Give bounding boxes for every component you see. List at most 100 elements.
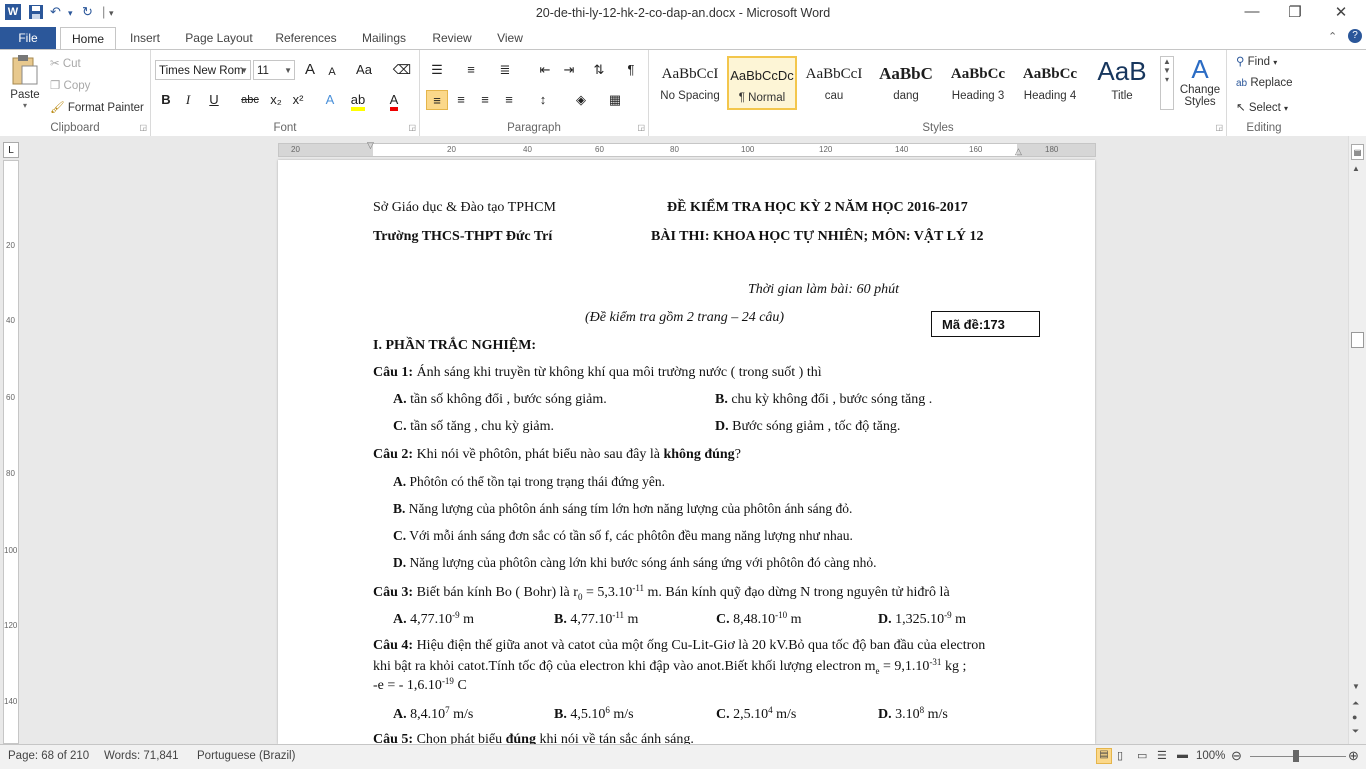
sort-icon[interactable]: ⇅ (588, 60, 610, 80)
change-styles-button[interactable]: A Change Styles (1178, 54, 1222, 108)
superscript-button[interactable]: x² (287, 90, 309, 110)
align-right-icon[interactable]: ≡ (474, 90, 496, 110)
font-launcher-icon[interactable]: ◲ (408, 123, 416, 132)
shading-icon[interactable]: ◈ (570, 90, 592, 110)
zoom-out-icon[interactable]: ⊖ (1231, 748, 1242, 764)
decrease-indent-icon[interactable]: ⇤ (534, 60, 556, 80)
align-left-icon[interactable]: ≡ (426, 90, 448, 110)
find-button[interactable]: ⚲ Find ▾ (1236, 54, 1277, 68)
school-name: Trường THCS-THPT Đức Trí (373, 229, 553, 244)
tab-file[interactable]: File (0, 27, 56, 49)
align-center-icon[interactable]: ≡ (450, 90, 472, 110)
chevron-down-icon[interactable]: ▼ (1161, 66, 1173, 75)
cut-button[interactable]: ✂ Cut (50, 56, 81, 70)
question-text: C (453, 678, 467, 693)
bullets-icon[interactable]: ☰ (426, 60, 448, 80)
subscript-button[interactable]: x₂ (265, 90, 287, 110)
horizontal-ruler[interactable]: 20 20 40 60 80 100 120 140 160 180 ▽ △ (278, 140, 1096, 157)
vertical-ruler[interactable]: 20 40 60 80 100 120 140 (3, 160, 19, 744)
restore-button[interactable]: ❐ (1277, 3, 1313, 23)
zoom-in-icon[interactable]: ⊕ (1348, 748, 1359, 764)
replace-button[interactable]: ab Replace (1236, 77, 1293, 89)
shrink-font-button[interactable]: A (321, 62, 343, 82)
tab-view[interactable]: View (490, 27, 530, 49)
first-line-indent-marker[interactable]: ▽ (367, 140, 374, 151)
underline-button[interactable]: U (203, 90, 225, 110)
tab-home[interactable]: Home (60, 27, 116, 51)
document-page[interactable]: Sở Giáo dục & Đào tạo TPHCM ĐỀ KIỂM TRA … (278, 160, 1095, 744)
style-dang[interactable]: AaBbC dang (871, 56, 941, 110)
italic-button[interactable]: I (177, 90, 199, 110)
view-ruler-icon[interactable]: ▤ (1351, 144, 1364, 160)
word-count[interactable]: Words: 71,841 (104, 750, 179, 762)
next-page-icon[interactable]: ⏷ (1352, 726, 1359, 737)
copy-button[interactable]: ❐ Copy (50, 78, 90, 92)
clear-formatting-icon[interactable]: ⌫ (391, 60, 413, 80)
font-name-combo[interactable]: Times New Rom ▼ (155, 60, 251, 80)
find-label: Find (1247, 56, 1271, 68)
paste-button[interactable]: Paste ▾ (6, 54, 44, 114)
print-layout-icon[interactable]: ▤ (1096, 748, 1112, 764)
style-no-spacing[interactable]: AaBbCcI No Spacing (655, 56, 725, 110)
more-styles-icon[interactable]: ▾ (1161, 75, 1173, 84)
justify-icon[interactable]: ≡ (498, 90, 520, 110)
close-button[interactable]: ✕ (1323, 3, 1359, 23)
multilevel-list-icon[interactable]: ≣ (494, 60, 516, 80)
styles-launcher-icon[interactable]: ◲ (1215, 123, 1223, 132)
highlight-icon[interactable]: ab (347, 90, 369, 111)
tab-insert[interactable]: Insert (122, 27, 168, 49)
style-heading-3[interactable]: AaBbCc Heading 3 (943, 56, 1013, 110)
clipboard-group: Paste ▾ ✂ Cut ❐ Copy 🖌 Format Painter Cl… (0, 50, 151, 136)
exam-title: ĐỀ KIỂM TRA HỌC KỲ 2 NĂM HỌC 2016-2017 (667, 200, 968, 215)
tab-page-layout[interactable]: Page Layout (180, 27, 258, 49)
previous-page-icon[interactable]: ⏶ (1352, 698, 1359, 709)
style-title[interactable]: AaB Title (1087, 56, 1157, 110)
chevron-up-icon[interactable]: ▲ (1161, 57, 1173, 66)
zoom-slider-thumb[interactable] (1293, 750, 1299, 762)
borders-icon[interactable]: ▦ (604, 90, 626, 110)
show-hide-button[interactable]: ¶ (620, 60, 642, 80)
font-size-combo[interactable]: 11 ▼ (253, 60, 295, 80)
help-icon[interactable]: ? (1348, 29, 1362, 43)
browse-object-icon[interactable]: ● (1352, 712, 1357, 722)
paragraph-launcher-icon[interactable]: ◲ (637, 123, 645, 132)
strikethrough-button[interactable]: abc (237, 90, 263, 110)
text-effects-icon[interactable]: A (319, 90, 341, 110)
scroll-down-icon[interactable]: ▼ (1352, 682, 1360, 691)
outline-icon[interactable]: ☰ (1157, 749, 1167, 762)
style-heading-4[interactable]: AaBbCc Heading 4 (1015, 56, 1085, 110)
ruler-number: 100 (4, 546, 18, 555)
numbering-icon[interactable]: ≡ (460, 60, 482, 80)
line-spacing-icon[interactable]: ↕ (532, 90, 554, 110)
styles-scroll[interactable]: ▲ ▼ ▾ (1160, 56, 1174, 110)
increase-indent-icon[interactable]: ⇥ (558, 60, 580, 80)
minimize-button[interactable]: — (1234, 3, 1270, 23)
clipboard-launcher-icon[interactable]: ◲ (139, 123, 147, 132)
tab-references[interactable]: References (270, 27, 342, 49)
vertical-scrollbar[interactable]: ▤ ▲ ▼ ⏶ ● ⏷ (1348, 136, 1366, 744)
style-cau[interactable]: AaBbCcI cau (799, 56, 869, 110)
tab-review[interactable]: Review (426, 27, 478, 49)
page-count[interactable]: Page: 68 of 210 (8, 750, 89, 762)
option-label: B. (554, 612, 567, 627)
minimize-ribbon-icon[interactable]: ⌃ (1328, 30, 1337, 43)
change-case-button[interactable]: Aa (349, 60, 379, 80)
draft-icon[interactable]: ▬ (1177, 749, 1188, 761)
font-color-icon[interactable]: A (383, 90, 405, 111)
scroll-up-icon[interactable]: ▲ (1352, 164, 1360, 173)
style-normal[interactable]: AaBbCcDc ¶ Normal (727, 56, 797, 110)
right-indent-marker[interactable]: △ (1015, 146, 1022, 157)
bold-button[interactable]: B (155, 90, 177, 110)
language-indicator[interactable]: Portuguese (Brazil) (197, 750, 295, 762)
full-screen-reading-icon[interactable]: ▯ (1117, 749, 1123, 762)
tab-selector-icon[interactable]: L (3, 142, 19, 158)
scroll-thumb[interactable] (1351, 332, 1364, 348)
format-painter-button[interactable]: 🖌 Format Painter (50, 100, 144, 114)
web-layout-icon[interactable]: ▭ (1137, 749, 1147, 762)
zoom-level[interactable]: 100% (1196, 750, 1225, 762)
style-name: dang (893, 90, 919, 102)
paste-dropdown-icon[interactable]: ▾ (6, 101, 44, 110)
select-button[interactable]: ↖ Select ▾ (1236, 100, 1288, 114)
grow-font-button[interactable]: A (299, 60, 321, 80)
tab-mailings[interactable]: Mailings (354, 27, 414, 49)
